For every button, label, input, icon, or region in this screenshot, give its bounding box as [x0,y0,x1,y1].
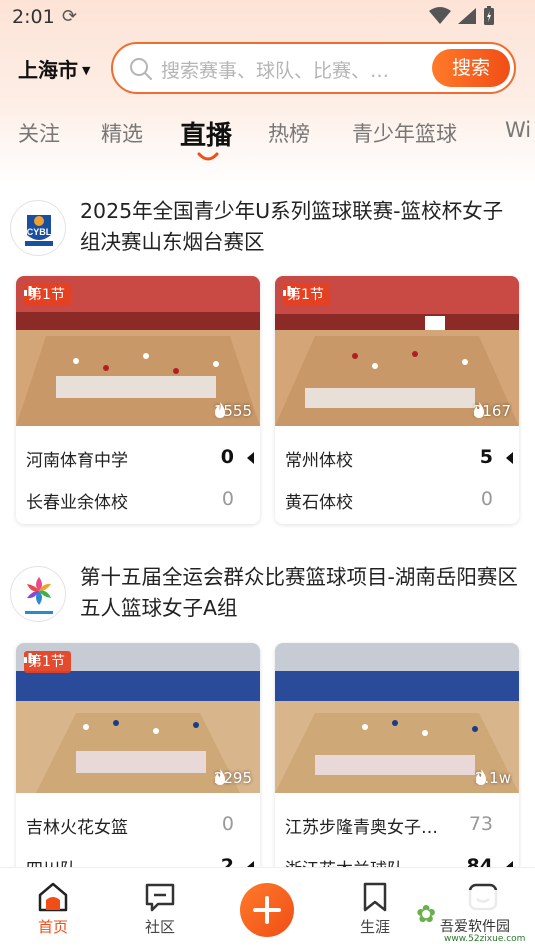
away-team-name: 长春业余体校 [26,493,128,513]
live-bars-icon [24,286,36,296]
tab-follow[interactable]: 关注 [18,118,60,148]
nav-home-label: 首页 [37,918,68,936]
chat-icon [145,883,175,912]
search-box[interactable]: 搜索赛事、球队、比赛、… 搜索 [111,42,516,94]
view-count: 2295 [214,769,252,787]
tab-featured[interactable]: 精选 [101,118,143,148]
home-team-score: 5 [479,446,493,468]
plus-icon [253,896,281,924]
game-card[interactable]: 第1节 2295 吉林火花女篮 0 四川队 2 [16,643,260,891]
search-button[interactable]: 搜索 [432,49,510,87]
home-team-score: 0 [221,813,234,835]
home-team-score: 73 [468,813,493,835]
game-thumbnail: 第1节 2295 [16,643,260,793]
home-team-name: 常州体校 [285,451,353,471]
city-label: 上海市 [18,58,78,82]
home-team-row: 吉林火花女篮 0 [26,809,254,839]
away-team-score: 0 [480,488,493,510]
league-logo [10,566,66,622]
status-time: 2:01 [12,6,55,28]
sync-icon: ⟳ [62,6,78,27]
away-team-row: 黄石体校 0 [285,484,513,514]
flame-icon [475,769,486,785]
home-team-name: 江苏步隆青奥女子… [285,818,438,838]
away-team-row: 长春业余体校 0 [26,484,254,514]
league-logo: CYBL [10,200,66,256]
chevron-down-icon: ▼ [82,63,91,77]
view-count: 2.1w [475,769,511,787]
active-tab-indicator [197,152,219,161]
possession-arrow-icon [506,452,513,464]
watermark-text: 吾爱软件园 [440,919,510,935]
search-row: 上海市 ▼ 搜索赛事、球队、比赛、… 搜索 [0,40,535,96]
section-title: 第十五届全运会群众比赛篮球项目-湖南岳阳赛区五人篮球女子A组 [80,565,518,620]
home-team-row: 河南体育中学 0 [26,442,254,472]
create-button[interactable] [240,883,294,937]
tab-more[interactable]: Wi [505,118,531,142]
live-bars-icon [24,653,36,663]
view-count: 1555 [214,402,252,420]
category-tabs: 关注 精选 直播 热榜 青少年篮球 Wi [0,108,535,164]
period-badge: 第1节 [283,284,330,306]
period-badge: 第1节 [24,651,71,673]
nav-community-label: 社区 [144,918,175,936]
home-team-row: 常州体校 5 [285,442,513,472]
watermark-url: www.52zixue.com [444,934,526,944]
battery-icon [484,6,494,25]
game-card[interactable]: 2.1w 江苏步隆青奥女子… 73 浙江花木兰球队 84 [275,643,519,891]
city-selector[interactable]: 上海市 ▼ [18,54,90,83]
tab-live[interactable]: 直播 [180,115,232,152]
nav-community[interactable]: 社区 [125,882,195,937]
game-thumbnail: 2.1w [275,643,519,793]
bookmark-icon [363,882,387,912]
nav-career-label: 生涯 [359,918,390,936]
home-icon [38,882,68,912]
status-bar: 2:01 ⟳ [0,0,535,36]
possession-arrow-icon [247,452,254,464]
search-input[interactable]: 搜索赛事、球队、比赛、… [161,56,389,83]
game-card[interactable]: 第1节 3167 常州体校 5 黄石体校 0 [275,276,519,524]
game-thumbnail: 第1节 3167 [275,276,519,426]
flame-icon [473,402,484,418]
league-header[interactable]: CYBL 2025年全国青少年U系列篮球联赛-篮校杯女子组决赛山东烟台赛区 [10,196,525,266]
flame-icon [214,402,225,418]
wifi-icon [429,7,451,24]
nav-home[interactable]: 首页 [18,882,88,937]
section-title: 2025年全国青少年U系列篮球联赛-篮校杯女子组决赛山东烟台赛区 [80,199,504,254]
game-card[interactable]: 第1节 1555 河南体育中学 0 长春业余体校 0 [16,276,260,524]
nav-career[interactable]: 生涯 [340,882,410,937]
away-team-name: 黄石体校 [285,493,353,513]
home-team-name: 河南体育中学 [26,451,128,471]
search-icon [130,58,152,80]
flame-icon [214,769,225,785]
home-team-name: 吉林火花女篮 [26,818,128,838]
live-bars-icon [283,286,295,296]
league-header[interactable]: 第十五届全运会群众比赛篮球项目-湖南岳阳赛区五人篮球女子A组 [10,562,525,632]
away-team-score: 0 [221,488,234,510]
view-count: 3167 [473,402,511,420]
home-team-row: 江苏步隆青奥女子… 73 [285,809,513,839]
home-team-score: 0 [220,446,234,468]
status-icons [429,6,495,26]
period-badge: 第1节 [24,284,71,306]
svg-text:CYBL: CYBL [27,227,52,237]
signal-icon [458,8,476,24]
tab-hot[interactable]: 热榜 [268,118,310,148]
game-thumbnail: 第1节 1555 [16,276,260,426]
tab-youth-basketball[interactable]: 青少年篮球 [352,118,457,148]
watermark-mascot-icon: ✿ [416,900,437,928]
